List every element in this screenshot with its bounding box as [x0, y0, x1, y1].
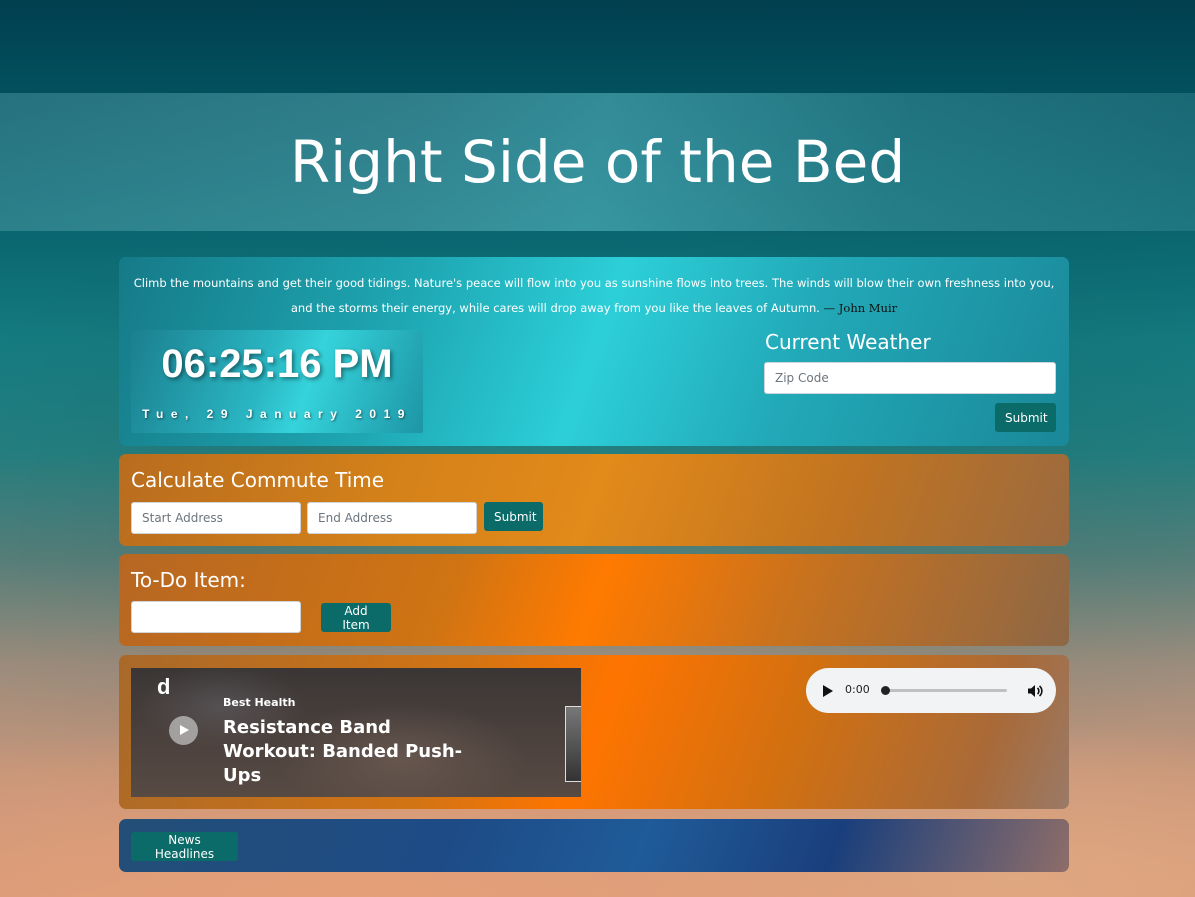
start-address-input[interactable]: [131, 502, 301, 534]
commute-submit-button[interactable]: Submit: [484, 502, 543, 531]
clock-date: Tue, 29 January 2019: [142, 407, 412, 421]
news-panel: News Headlines: [119, 819, 1069, 872]
video-logo: d: [157, 674, 171, 699]
todo-panel: To-Do Item: Add Item: [119, 554, 1069, 646]
page-title: Right Side of the Bed: [289, 128, 906, 196]
quote-author: — John Muir: [823, 301, 898, 315]
commute-title: Calculate Commute Time: [131, 468, 385, 492]
weather-title: Current Weather: [765, 330, 931, 354]
clock-time: 06:25:16 PM: [161, 342, 393, 386]
media-panel: d Best Health Resistance Band Workout: B…: [119, 655, 1069, 809]
video-next-thumbnail[interactable]: [565, 706, 581, 782]
audio-seek-thumb[interactable]: [881, 686, 890, 695]
volume-icon[interactable]: [1027, 683, 1043, 699]
news-headlines-button[interactable]: News Headlines: [131, 832, 238, 861]
video-brand: Best Health: [223, 696, 296, 709]
todo-title: To-Do Item:: [131, 568, 246, 592]
add-item-button[interactable]: Add Item: [321, 603, 391, 632]
end-address-input[interactable]: [307, 502, 477, 534]
todo-input[interactable]: [131, 601, 301, 633]
header-banner: Right Side of the Bed: [0, 93, 1195, 231]
quote-text: Climb the mountains and get their good t…: [133, 276, 1055, 315]
audio-player: 0:00: [806, 668, 1056, 713]
video-player[interactable]: d Best Health Resistance Band Workout: B…: [131, 668, 581, 797]
quote: Climb the mountains and get their good t…: [131, 271, 1057, 321]
video-title: Resistance Band Workout: Banded Push-Ups: [223, 717, 463, 786]
audio-seek-track[interactable]: [885, 689, 1007, 692]
commute-panel: Calculate Commute Time Submit: [119, 454, 1069, 546]
clock-widget: 06:25:16 PM Tue, 29 January 2019: [131, 330, 423, 433]
zip-code-input[interactable]: [764, 362, 1056, 394]
weather-widget: Current Weather Submit: [764, 330, 1056, 432]
quote-clock-weather-panel: Climb the mountains and get their good t…: [119, 257, 1069, 446]
video-play-icon[interactable]: [169, 716, 198, 745]
weather-submit-button[interactable]: Submit: [995, 403, 1056, 432]
audio-time: 0:00: [845, 683, 870, 696]
audio-play-icon[interactable]: [823, 685, 833, 697]
